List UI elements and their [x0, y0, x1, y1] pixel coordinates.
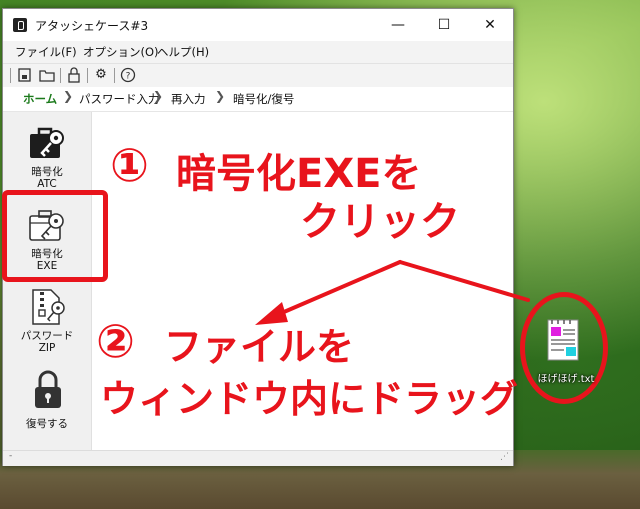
drag-arrow [255, 260, 530, 325]
text-file-icon[interactable] [542, 318, 586, 364]
desktop-file-name: ほげほげ.txt [537, 374, 595, 385]
